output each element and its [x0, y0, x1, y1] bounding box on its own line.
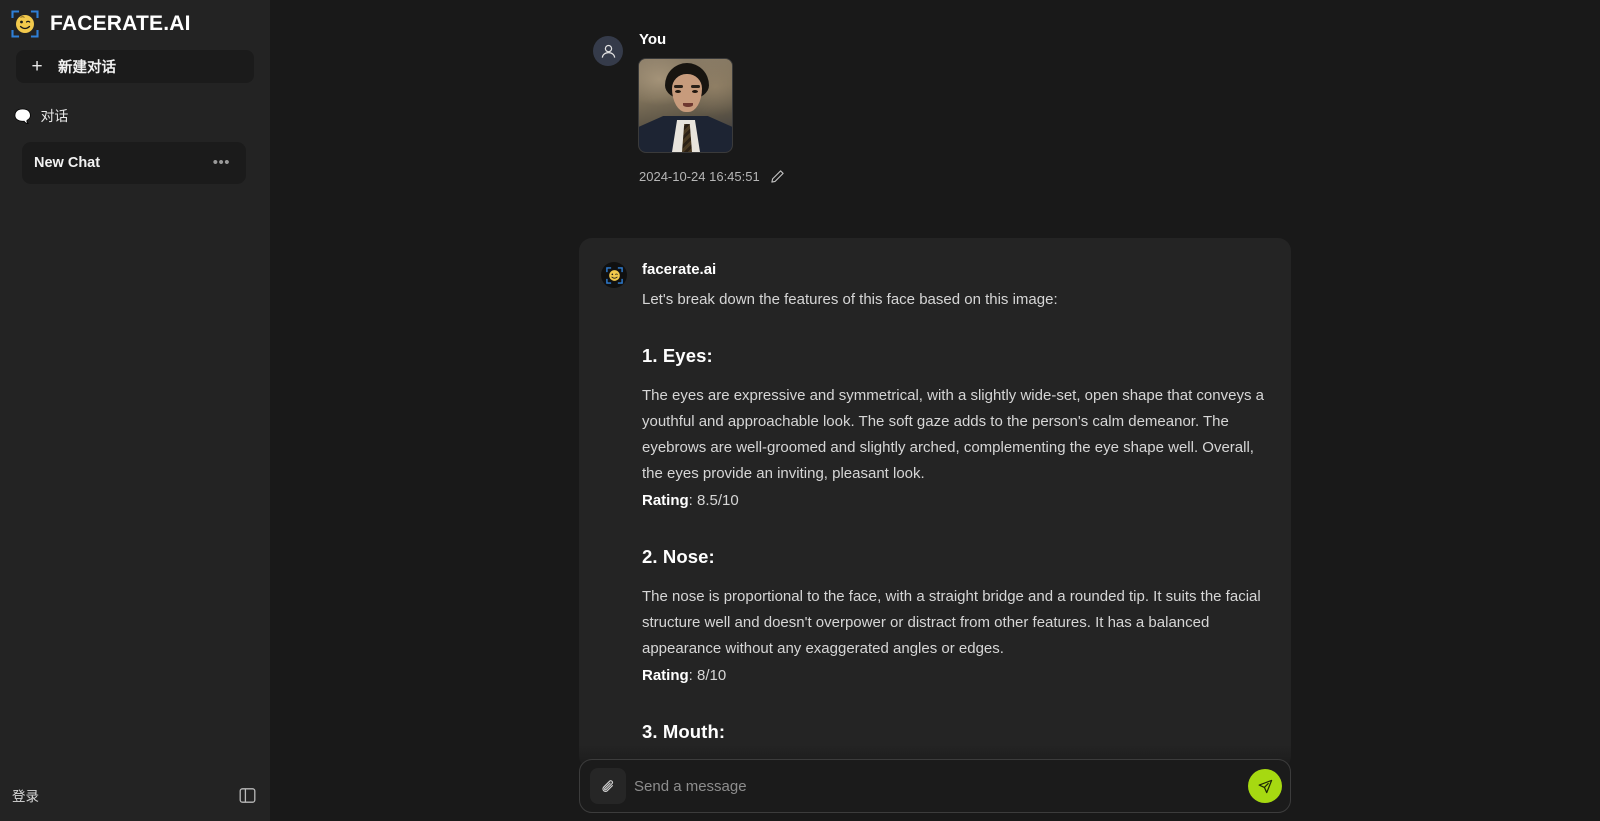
sidebar-footer: 登录 [0, 769, 270, 821]
rating-label: Rating [642, 492, 689, 509]
face-scan-logo-icon [10, 9, 40, 39]
user-avatar-icon [593, 36, 623, 66]
message-input[interactable] [634, 766, 1240, 806]
user-message-author: You [639, 31, 667, 48]
sidebar-panel-icon[interactable] [236, 784, 258, 806]
user-message-meta: 2024-10-24 16:45:51 [639, 169, 1291, 184]
new-chat-button[interactable]: + 新建对话 [16, 50, 254, 83]
rating-label: Rating [642, 667, 689, 684]
plus-icon: + [31, 56, 43, 77]
pencil-edit-icon[interactable] [770, 169, 785, 184]
brand-title: FACERATE.AI [50, 12, 191, 35]
user-message: You 2024-10-24 16:45:51 [579, 30, 1291, 184]
section-title-eyes: 1. Eyes: [642, 345, 713, 366]
chat-list: New Chat ••• [0, 142, 270, 184]
paperclip-icon[interactable] [590, 768, 626, 804]
uploaded-photo[interactable] [639, 59, 732, 152]
rating-value: : 8/10 [688, 667, 727, 684]
section-body-eyes: The eyes are expressive and symmetrical,… [642, 387, 1264, 482]
message-timestamp: 2024-10-24 16:45:51 [639, 169, 760, 184]
assistant-message: facerate.ai Let's break down the feature… [579, 238, 1291, 769]
login-link[interactable]: 登录 [12, 785, 39, 805]
section-title-nose: 2. Nose: [642, 546, 715, 567]
facerate-bot-avatar-icon [601, 262, 627, 288]
section-body-nose: The nose is proportional to the face, wi… [642, 588, 1261, 657]
conversations-section-title: 对话 [40, 108, 69, 124]
send-button[interactable] [1248, 769, 1282, 803]
brand: FACERATE.AI [0, 0, 270, 40]
rating-value: : 8.5/10 [688, 492, 739, 509]
message-thread[interactable]: You 2024-10-24 16:45:51 facerate.ai Let'… [270, 0, 1600, 821]
composer[interactable] [579, 759, 1291, 813]
more-options-icon[interactable]: ••• [211, 155, 232, 171]
section-title-mouth: 3. Mouth: [642, 721, 726, 742]
main-panel: You 2024-10-24 16:45:51 facerate.ai Let'… [270, 0, 1600, 821]
assistant-intro-text: Let's break down the features of this fa… [642, 291, 1058, 308]
list-item[interactable]: New Chat ••• [22, 142, 246, 184]
app-root: FACERATE.AI + 新建对话 🗨️ 对话 New Chat ••• 登录 [0, 0, 1600, 821]
section-rating-nose: Rating: 8/10 [642, 663, 1267, 689]
new-chat-label: 新建对话 [58, 60, 116, 76]
composer-area [270, 745, 1600, 821]
speech-bubble-icon: 🗨️ [14, 108, 32, 124]
conversations-section-header: 🗨️ 对话 [0, 106, 270, 126]
sidebar: FACERATE.AI + 新建对话 🗨️ 对话 New Chat ••• 登录 [0, 0, 270, 821]
chat-item-label: New Chat [34, 155, 101, 171]
assistant-message-author: facerate.ai [642, 261, 717, 278]
section-rating-eyes: Rating: 8.5/10 [642, 488, 1267, 514]
